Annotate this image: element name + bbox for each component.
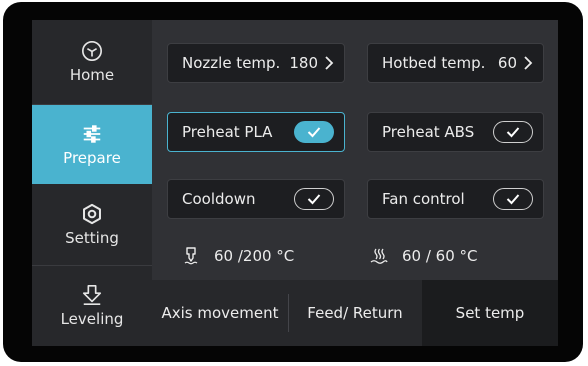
check-icon bbox=[307, 194, 321, 205]
tab-label: Feed/ Return bbox=[307, 304, 403, 322]
fan-control-label: Fan control bbox=[382, 190, 465, 208]
leveling-arrow-icon bbox=[82, 285, 102, 305]
tab-set-temp[interactable]: Set temp bbox=[422, 280, 558, 346]
nozzle-temp-label: Nozzle temp. bbox=[182, 54, 281, 72]
touch-screen: Home Prepare Setting Leveling Nozzle tem… bbox=[32, 20, 558, 346]
preheat-abs-card[interactable]: Preheat ABS bbox=[367, 112, 544, 152]
chevron-right-icon bbox=[524, 56, 533, 70]
cooldown-card[interactable]: Cooldown bbox=[167, 179, 345, 219]
bed-temp-readout: 60 / 60 °C bbox=[370, 247, 478, 265]
heated-bed-icon bbox=[370, 248, 388, 264]
hotbed-temp-value: 60 bbox=[497, 54, 517, 72]
hex-nut-icon bbox=[83, 203, 101, 225]
bottom-tab-bar: Axis movement Feed/ Return Set temp bbox=[152, 280, 558, 346]
cooldown-label: Cooldown bbox=[182, 190, 256, 208]
tab-feed-return[interactable]: Feed/ Return bbox=[289, 280, 421, 346]
sidebar-item-leveling[interactable]: Leveling bbox=[32, 266, 152, 346]
hotbed-temp-label: Hotbed temp. bbox=[382, 54, 486, 72]
check-icon bbox=[307, 127, 321, 138]
tab-axis-movement[interactable]: Axis movement bbox=[152, 280, 288, 346]
preheat-abs-label: Preheat ABS bbox=[382, 123, 475, 141]
tab-label: Set temp bbox=[455, 304, 525, 322]
sidebar-item-label: Leveling bbox=[60, 310, 124, 328]
tab-label: Axis movement bbox=[161, 304, 279, 322]
chevron-right-icon bbox=[325, 56, 334, 70]
nozzle-temp-card[interactable]: Nozzle temp. 180 bbox=[167, 43, 345, 83]
nozzle-temp-value: 180 bbox=[289, 54, 318, 72]
fan-control-toggle[interactable] bbox=[493, 188, 533, 210]
nozzle-temp-readout-value: 60 /200 °C bbox=[214, 247, 295, 265]
check-icon bbox=[506, 127, 520, 138]
sidebar-item-prepare[interactable]: Prepare bbox=[32, 105, 152, 184]
sidebar-item-label: Prepare bbox=[63, 148, 121, 167]
sidebar-item-home[interactable]: Home bbox=[32, 20, 152, 104]
sidebar-item-label: Setting bbox=[65, 229, 119, 247]
check-icon bbox=[506, 194, 520, 205]
nozzle-temp-readout: 60 /200 °C bbox=[182, 247, 294, 265]
bed-temp-readout-value: 60 / 60 °C bbox=[402, 247, 478, 265]
sidebar: Home Prepare Setting Leveling bbox=[32, 20, 152, 346]
sliders-icon bbox=[83, 124, 101, 143]
sidebar-item-label: Home bbox=[69, 66, 115, 84]
nozzle-icon bbox=[184, 247, 198, 265]
cooldown-toggle[interactable] bbox=[294, 188, 334, 210]
preheat-pla-label: Preheat PLA bbox=[182, 123, 273, 141]
preheat-abs-toggle[interactable] bbox=[493, 121, 533, 143]
sidebar-item-setting[interactable]: Setting bbox=[32, 185, 152, 265]
preheat-pla-card[interactable]: Preheat PLA bbox=[167, 112, 345, 152]
cube-icon bbox=[82, 41, 102, 61]
hotbed-temp-card[interactable]: Hotbed temp. 60 bbox=[367, 43, 544, 83]
preheat-pla-toggle[interactable] bbox=[294, 121, 334, 143]
fan-control-card[interactable]: Fan control bbox=[367, 179, 544, 219]
set-temp-panel: Nozzle temp. 180 Hotbed temp. 60 Preheat… bbox=[152, 20, 558, 346]
